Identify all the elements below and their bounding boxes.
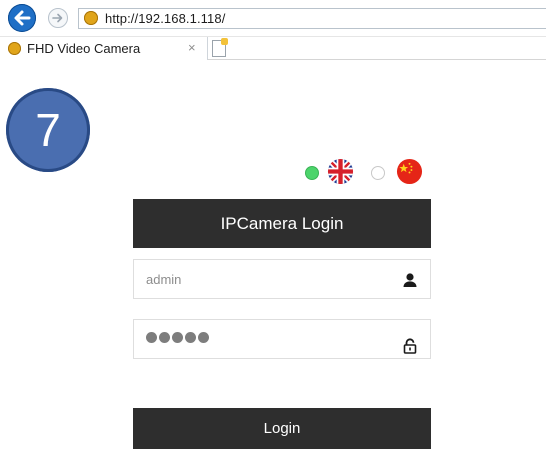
tab-title: FHD Video Camera <box>27 41 141 56</box>
arrow-right-icon <box>52 13 63 23</box>
tab-bar: FHD Video Camera × <box>0 36 546 60</box>
arrow-left-icon <box>14 10 31 26</box>
user-icon <box>403 273 417 287</box>
camera-favicon-icon <box>8 42 21 55</box>
camera-favicon-icon <box>84 11 98 25</box>
login-button[interactable]: Login <box>133 408 431 449</box>
password-dot <box>198 332 209 343</box>
password-mask[interactable] <box>146 332 209 343</box>
url-field[interactable]: http://192.168.1.118/ <box>78 8 546 29</box>
step-number: 7 <box>35 104 61 156</box>
password-dot <box>146 332 157 343</box>
china-flag-icon[interactable] <box>396 158 423 185</box>
language-radio-zh[interactable] <box>371 166 385 180</box>
forward-button[interactable] <box>48 8 68 28</box>
password-dot <box>159 332 170 343</box>
tab-close-icon[interactable]: × <box>188 40 196 55</box>
password-dot <box>172 332 183 343</box>
back-button[interactable] <box>8 4 36 32</box>
login-title: IPCamera Login <box>133 199 431 248</box>
tab-fhd-video-camera[interactable]: FHD Video Camera × <box>0 37 208 60</box>
lock-icon <box>403 338 417 354</box>
new-tab-icon[interactable] <box>212 38 228 57</box>
uk-flag-icon[interactable] <box>327 158 354 185</box>
username-field[interactable] <box>133 259 431 299</box>
password-field[interactable] <box>133 319 431 359</box>
step-badge: 7 <box>6 88 90 172</box>
url-text: http://192.168.1.118/ <box>105 11 226 26</box>
address-bar-row: http://192.168.1.118/ <box>0 0 546 36</box>
language-radio-en[interactable] <box>305 166 319 180</box>
username-input[interactable] <box>134 260 384 298</box>
password-dot <box>185 332 196 343</box>
